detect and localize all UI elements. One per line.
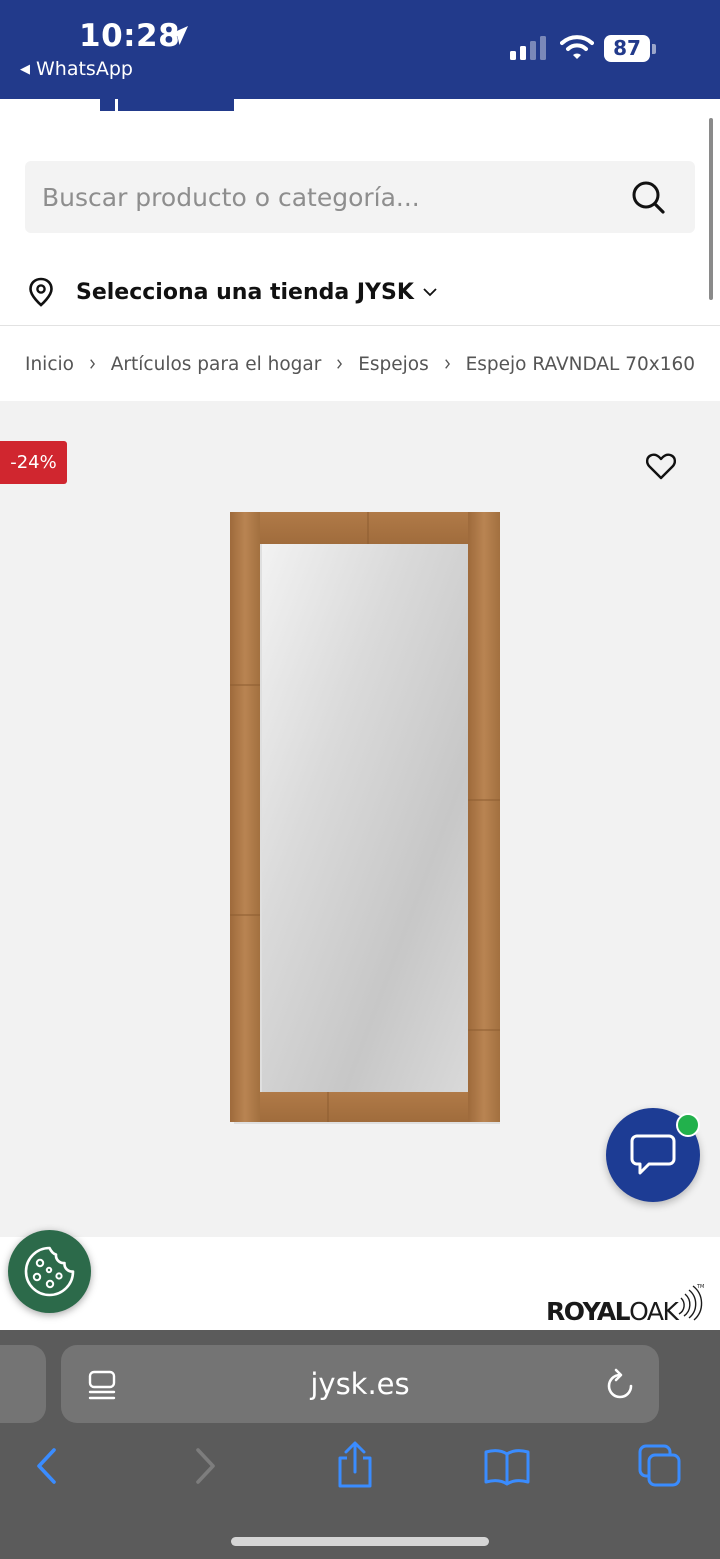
jysk-logo-partial[interactable]: [100, 99, 234, 111]
chat-bubble-icon: [630, 1134, 676, 1175]
cookie-icon: [24, 1246, 75, 1297]
discount-badge: -24%: [0, 441, 67, 484]
divider: [0, 325, 720, 326]
battery-indicator: 87: [604, 35, 656, 62]
battery-cap: [652, 44, 656, 54]
brand-arcs-icon: TM: [678, 1284, 705, 1321]
reader-icon[interactable]: [87, 1369, 117, 1401]
share-icon[interactable]: [334, 1440, 376, 1490]
brand-logo-oak: OAK: [629, 1297, 679, 1326]
back-app-label: WhatsApp: [36, 58, 133, 80]
breadcrumb: Inicio Artículos para el hogar Espejos E…: [25, 345, 695, 383]
back-to-app-button[interactable]: ◀ WhatsApp: [20, 58, 133, 80]
store-selector-label: Selecciona una tienda JYSK: [76, 279, 414, 305]
reload-icon[interactable]: [604, 1367, 636, 1401]
home-indicator[interactable]: [231, 1537, 489, 1546]
status-bar: 10:28 ◀ WhatsApp 87: [0, 0, 720, 99]
location-arrow-icon: [169, 26, 188, 45]
breadcrumb-item-inicio[interactable]: Inicio: [25, 354, 74, 375]
map-pin-icon: [29, 277, 53, 307]
wifi-icon: [560, 35, 594, 59]
back-arrow-icon[interactable]: [32, 1446, 62, 1486]
search-icon[interactable]: [630, 179, 666, 215]
scroll-indicator: [709, 118, 713, 300]
chevron-right-icon: [90, 359, 95, 369]
search-box: [25, 161, 695, 233]
chat-online-indicator: [676, 1113, 700, 1137]
heart-icon[interactable]: [645, 451, 677, 481]
signal-icon: [510, 36, 546, 60]
forward-arrow-icon[interactable]: [190, 1446, 220, 1486]
tabs-icon[interactable]: [637, 1443, 683, 1487]
search-input[interactable]: [42, 161, 612, 233]
status-time: 10:28: [79, 18, 181, 54]
battery-level: 87: [604, 35, 650, 62]
cookie-settings-button[interactable]: [8, 1230, 91, 1313]
bookmarks-icon[interactable]: [483, 1446, 531, 1486]
address-bar-url[interactable]: jysk.es: [61, 1345, 659, 1423]
breadcrumb-item-espejos[interactable]: Espejos: [358, 354, 429, 375]
breadcrumb-item-current: Espejo RAVNDAL 70x160: [465, 353, 695, 375]
breadcrumb-item-hogar[interactable]: Artículos para el hogar: [111, 354, 322, 375]
brand-logo-royal: ROYAL: [546, 1297, 631, 1326]
chevron-right-icon: [337, 359, 343, 369]
chevron-right-icon: [444, 359, 450, 369]
product-image-mirror: [230, 512, 500, 1124]
brand-trademark: TM: [696, 1284, 704, 1290]
previous-tab-preview[interactable]: [0, 1345, 46, 1423]
chevron-down-icon: [423, 288, 437, 297]
back-triangle-icon: ◀: [20, 61, 30, 77]
brand-logo-royal-oak: ROYAL OAK TM: [546, 1282, 705, 1326]
store-selector[interactable]: Selecciona una tienda JYSK: [28, 270, 438, 314]
